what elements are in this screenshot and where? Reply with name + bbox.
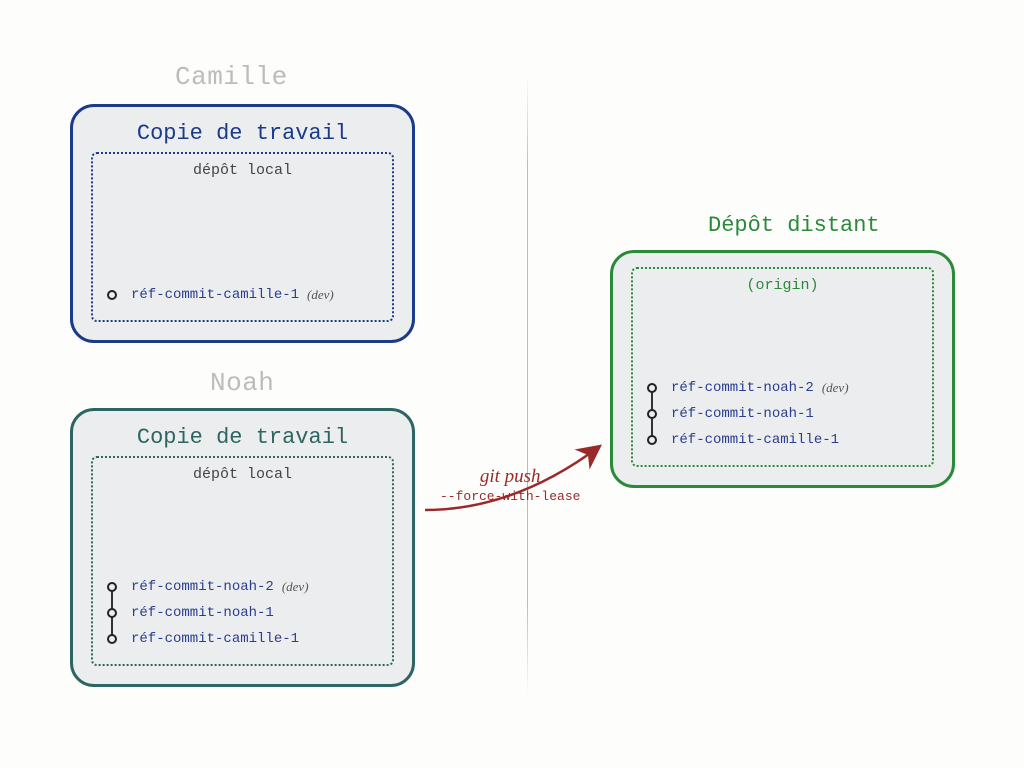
commit-ref: réf-commit-noah-2 — [131, 579, 274, 595]
noah-working-copy: Copie de travail dépôt local réf-commit-… — [70, 408, 415, 687]
commit-node-icon — [107, 582, 117, 592]
remote-inner: (origin) réf-commit-noah-2 (dev) réf-com… — [631, 267, 934, 467]
branch-tag: (dev) — [822, 380, 849, 396]
branch-tag: (dev) — [282, 579, 309, 595]
label-camille: Camille — [175, 62, 288, 92]
git-command-text: git push — [480, 466, 541, 487]
vertical-divider — [527, 75, 528, 695]
commit-row: réf-commit-camille-1 (dev) — [107, 282, 334, 308]
commit-row: réf-commit-camille-1 — [647, 427, 849, 453]
remote-repo-box: (origin) réf-commit-noah-2 (dev) réf-com… — [610, 250, 955, 488]
commit-node-icon — [647, 435, 657, 445]
commit-node-icon — [107, 634, 117, 644]
git-command-label: git push --force-with-lease — [440, 467, 580, 504]
label-noah: Noah — [210, 368, 274, 398]
commit-ref: réf-commit-camille-1 — [131, 631, 299, 647]
commit-ref: réf-commit-camille-1 — [671, 432, 839, 448]
remote-commit-list: réf-commit-noah-2 (dev) réf-commit-noah-… — [647, 375, 849, 453]
commit-row: réf-commit-noah-2 (dev) — [107, 574, 309, 600]
camille-local-repo: dépôt local réf-commit-camille-1 (dev) — [91, 152, 394, 322]
noah-commit-list: réf-commit-noah-2 (dev) réf-commit-noah-… — [107, 574, 309, 652]
commit-ref: réf-commit-noah-1 — [131, 605, 274, 621]
commit-node-icon — [107, 608, 117, 618]
remote-title: Dépôt distant — [708, 213, 880, 238]
commit-row: réf-commit-camille-1 — [107, 626, 309, 652]
noah-inner-title: dépôt local — [105, 466, 380, 483]
camille-working-copy: Copie de travail dépôt local réf-commit-… — [70, 104, 415, 343]
commit-ref: réf-commit-noah-2 — [671, 380, 814, 396]
commit-row: réf-commit-noah-2 (dev) — [647, 375, 849, 401]
camille-commit-list: réf-commit-camille-1 (dev) — [107, 282, 334, 308]
commit-ref: réf-commit-camille-1 — [131, 287, 299, 303]
commit-node-icon — [647, 383, 657, 393]
camille-inner-title: dépôt local — [105, 162, 380, 179]
camille-box-title: Copie de travail — [91, 121, 394, 146]
noah-local-repo: dépôt local réf-commit-noah-2 (dev) réf-… — [91, 456, 394, 666]
commit-row: réf-commit-noah-1 — [107, 600, 309, 626]
git-command-flag: --force-with-lease — [440, 490, 580, 504]
commit-row: réf-commit-noah-1 — [647, 401, 849, 427]
branch-tag: (dev) — [307, 287, 334, 303]
remote-origin-label: (origin) — [645, 277, 920, 294]
commit-ref: réf-commit-noah-1 — [671, 406, 814, 422]
commit-node-icon — [107, 290, 117, 300]
commit-node-icon — [647, 409, 657, 419]
noah-box-title: Copie de travail — [91, 425, 394, 450]
